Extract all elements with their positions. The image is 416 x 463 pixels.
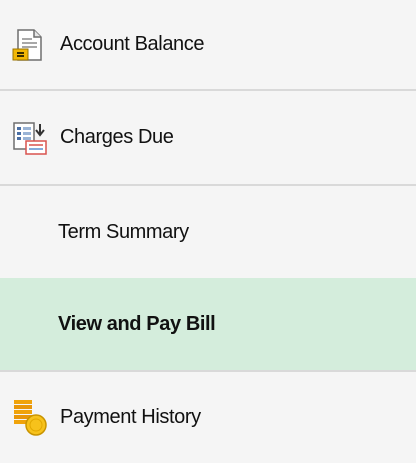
document-icon [12,27,46,61]
nav-item-charges-due[interactable]: Charges Due [0,91,416,184]
calculator-list-icon [12,120,47,155]
sidebar-nav: Account Balance Charges Due Term Summary [0,0,416,463]
coins-icon [12,397,47,436]
nav-item-label: Charges Due [60,126,174,148]
nav-item-label: Term Summary [58,220,189,243]
nav-item-label: Payment History [60,406,201,428]
nav-item-term-summary[interactable]: Term Summary [0,186,416,278]
nav-item-view-and-pay-bill[interactable]: View and Pay Bill [0,278,416,370]
nav-item-label: Account Balance [60,33,205,55]
nav-item-account-balance[interactable]: Account Balance [0,0,416,89]
nav-item-label: View and Pay Bill [58,312,216,335]
nav-item-payment-history[interactable]: Payment History [0,372,416,463]
